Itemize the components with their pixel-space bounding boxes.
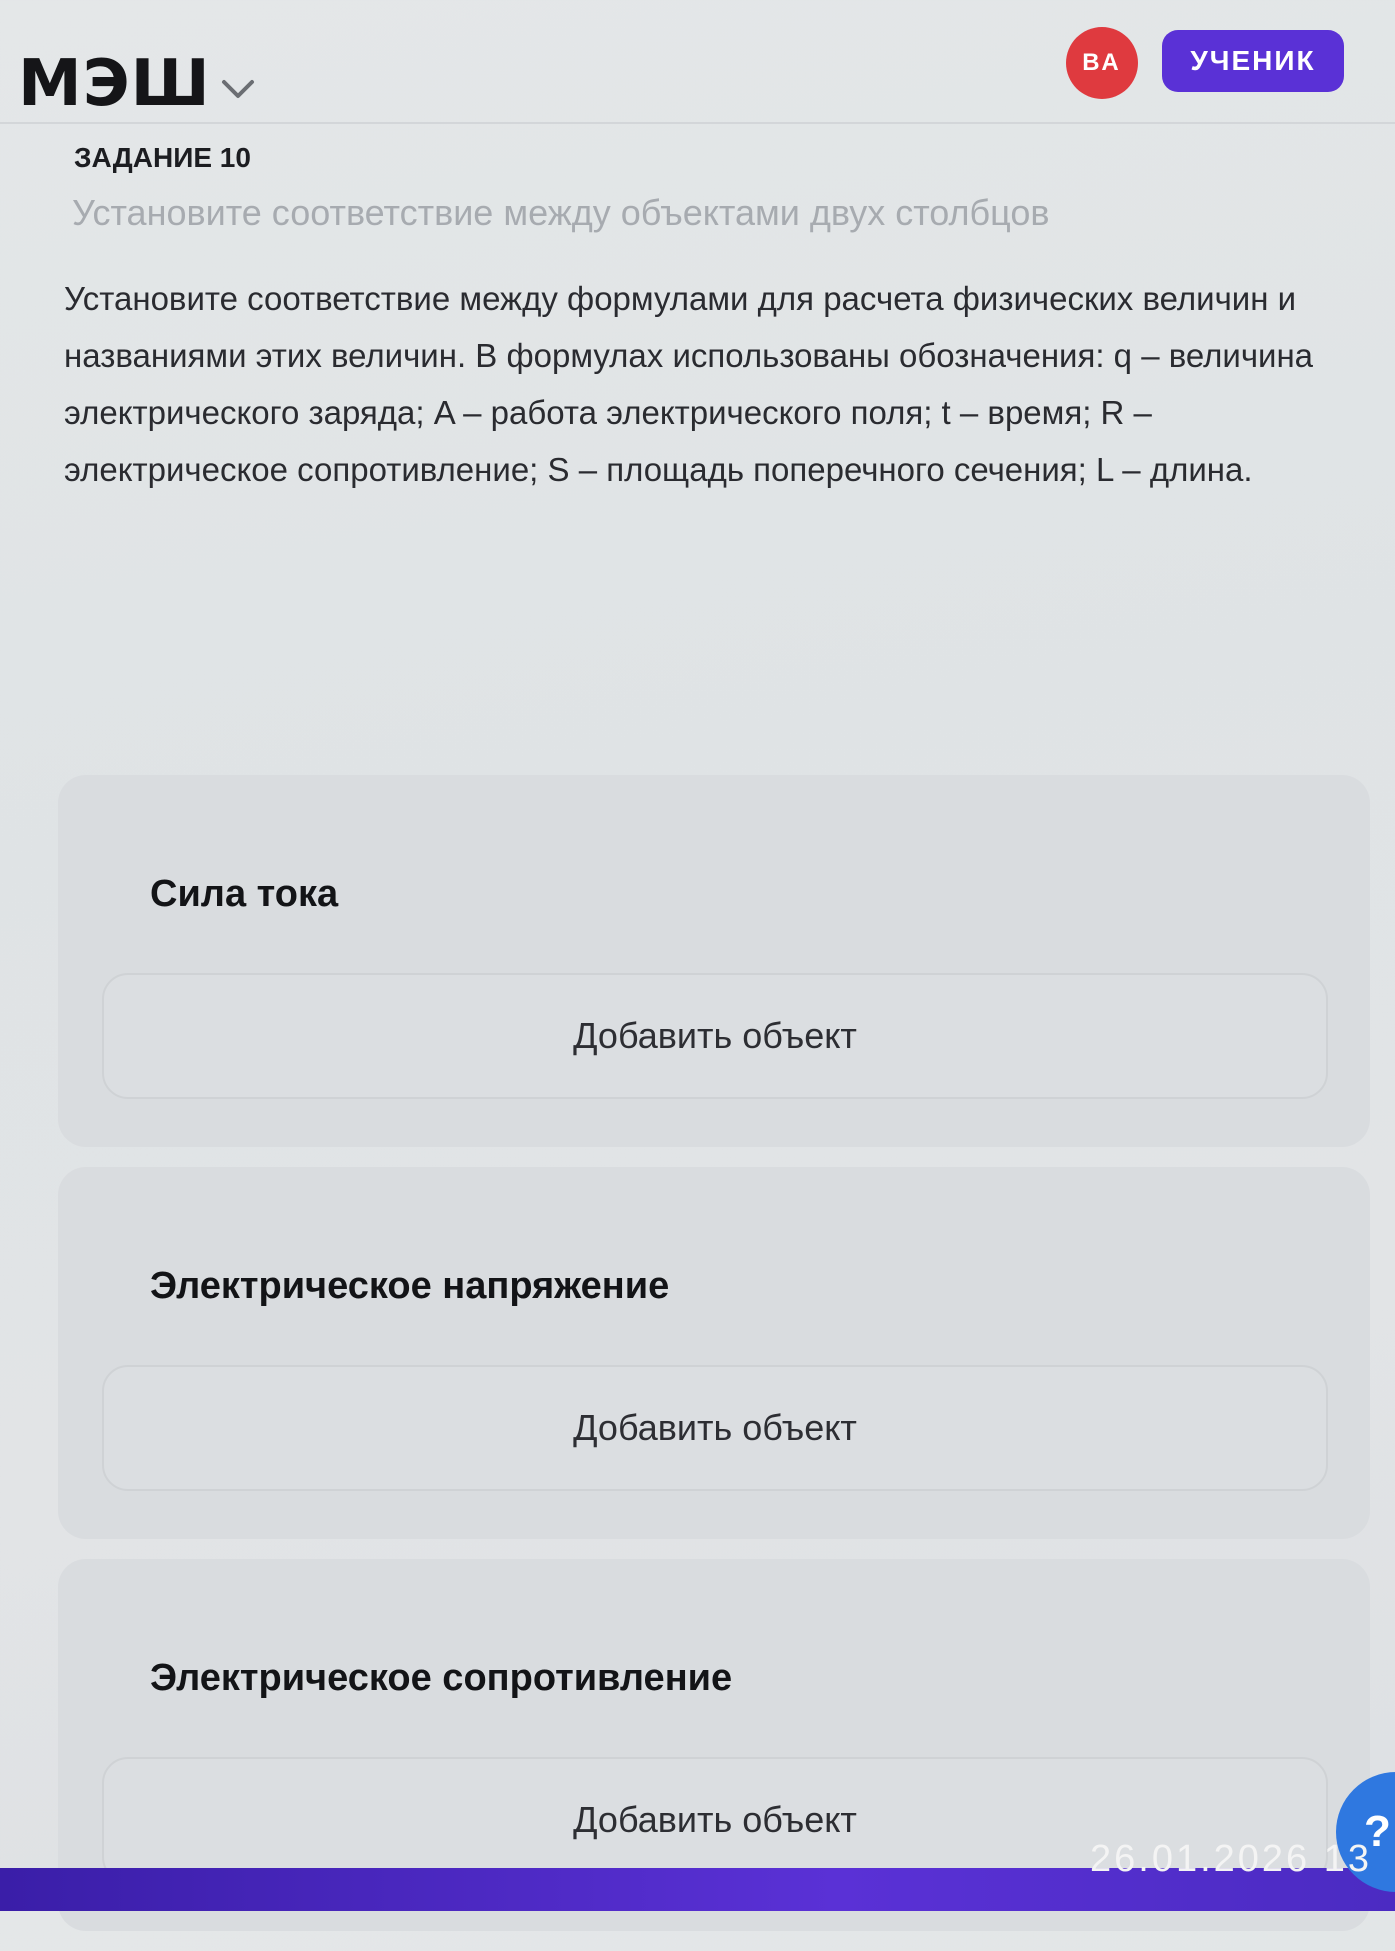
task-description: Установите соответствие между формулами … xyxy=(64,280,1314,488)
app-logo[interactable]: МЭШ xyxy=(18,52,211,116)
add-object-button[interactable]: Добавить объект xyxy=(102,973,1328,1099)
chevron-down-icon[interactable] xyxy=(218,74,258,104)
photo-timestamp: 26.01.2026 13 xyxy=(1090,1838,1373,1880)
task-number: ЗАДАНИЕ 10 xyxy=(74,142,251,173)
role-badge[interactable]: УЧЕНИК xyxy=(1162,30,1344,92)
match-card: Электрическое напряжение Добавить объект xyxy=(58,1167,1370,1539)
card-title: Электрическое сопротивление xyxy=(150,1657,733,1699)
top-header: МЭШ ВА УЧЕНИК xyxy=(0,0,1395,124)
card-title: Сила тока xyxy=(150,873,339,915)
match-card: Сила тока Добавить объект xyxy=(58,775,1370,1147)
card-title: Электрическое напряжение xyxy=(150,1265,670,1307)
task-subtitle: Установите соответствие между объектами … xyxy=(72,192,1050,233)
matching-cards: Сила тока Добавить объект Электрическое … xyxy=(58,775,1370,1951)
user-avatar[interactable]: ВА xyxy=(1066,27,1138,99)
add-object-button[interactable]: Добавить объект xyxy=(102,1365,1328,1491)
